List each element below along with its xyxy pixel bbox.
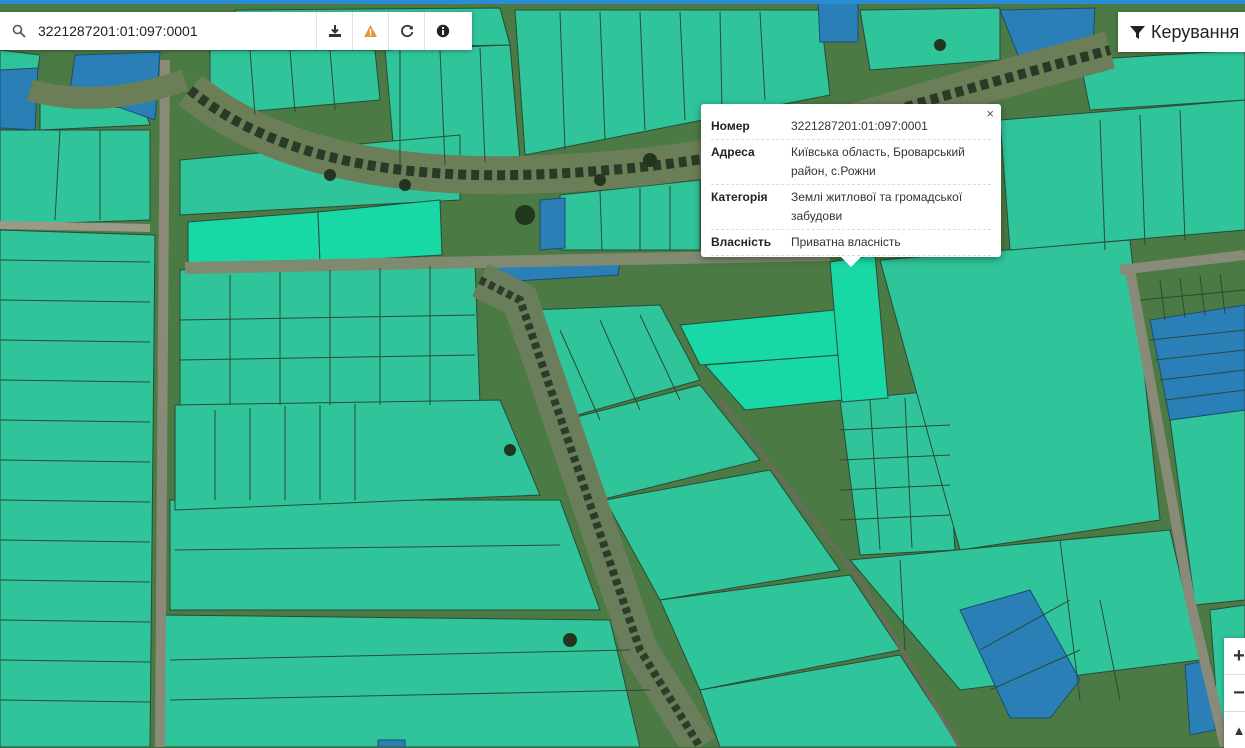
- popup-row-category: Категорія Землі житлової та громадської …: [711, 185, 991, 230]
- close-icon[interactable]: ×: [986, 106, 994, 121]
- search-toolbar: [0, 12, 472, 50]
- popup-key: Категорія: [711, 190, 768, 204]
- popup-key: Номер: [711, 119, 750, 133]
- zoom-out-button[interactable]: −: [1224, 675, 1245, 712]
- warning-icon: [364, 25, 377, 37]
- manage-label: Керування: [1151, 21, 1240, 42]
- download-icon: [328, 25, 341, 37]
- info-icon: [436, 24, 449, 38]
- parcel-info-popup: × Номер 3221287201:01:097:0001 Адреса Ки…: [701, 104, 1001, 267]
- download-button[interactable]: [316, 12, 352, 50]
- top-accent-bar: [0, 0, 1245, 4]
- north-arrow-button[interactable]: ▲: [1224, 712, 1245, 748]
- popup-key: Адреса: [711, 145, 755, 159]
- popup-key: Власність: [711, 235, 772, 249]
- popup-value: Землі житлової та громадської забудови: [791, 190, 963, 223]
- info-button[interactable]: [424, 12, 460, 50]
- popup-row-ownership: Власність Приватна власність: [711, 230, 991, 256]
- search-input[interactable]: [38, 13, 316, 49]
- filter-icon: [1130, 25, 1145, 39]
- popup-value: 3221287201:01:097:0001: [791, 119, 928, 133]
- refresh-icon: [400, 24, 413, 38]
- search-icon: [0, 12, 38, 50]
- popup-row-address: Адреса Київська область, Броварський рай…: [711, 140, 991, 185]
- popup-value: Приватна власність: [791, 235, 901, 249]
- zoom-control: + − ▲: [1224, 638, 1245, 748]
- cadastral-map[interactable]: [0, 0, 1245, 747]
- popup-value: Київська область, Броварський район, с.Р…: [791, 145, 965, 178]
- popup-pointer: [841, 257, 861, 267]
- zoom-in-button[interactable]: +: [1224, 638, 1245, 675]
- warning-button[interactable]: [352, 12, 388, 50]
- manage-button[interactable]: Керування: [1118, 12, 1245, 52]
- refresh-button[interactable]: [388, 12, 424, 50]
- popup-row-number: Номер 3221287201:01:097:0001: [711, 114, 991, 140]
